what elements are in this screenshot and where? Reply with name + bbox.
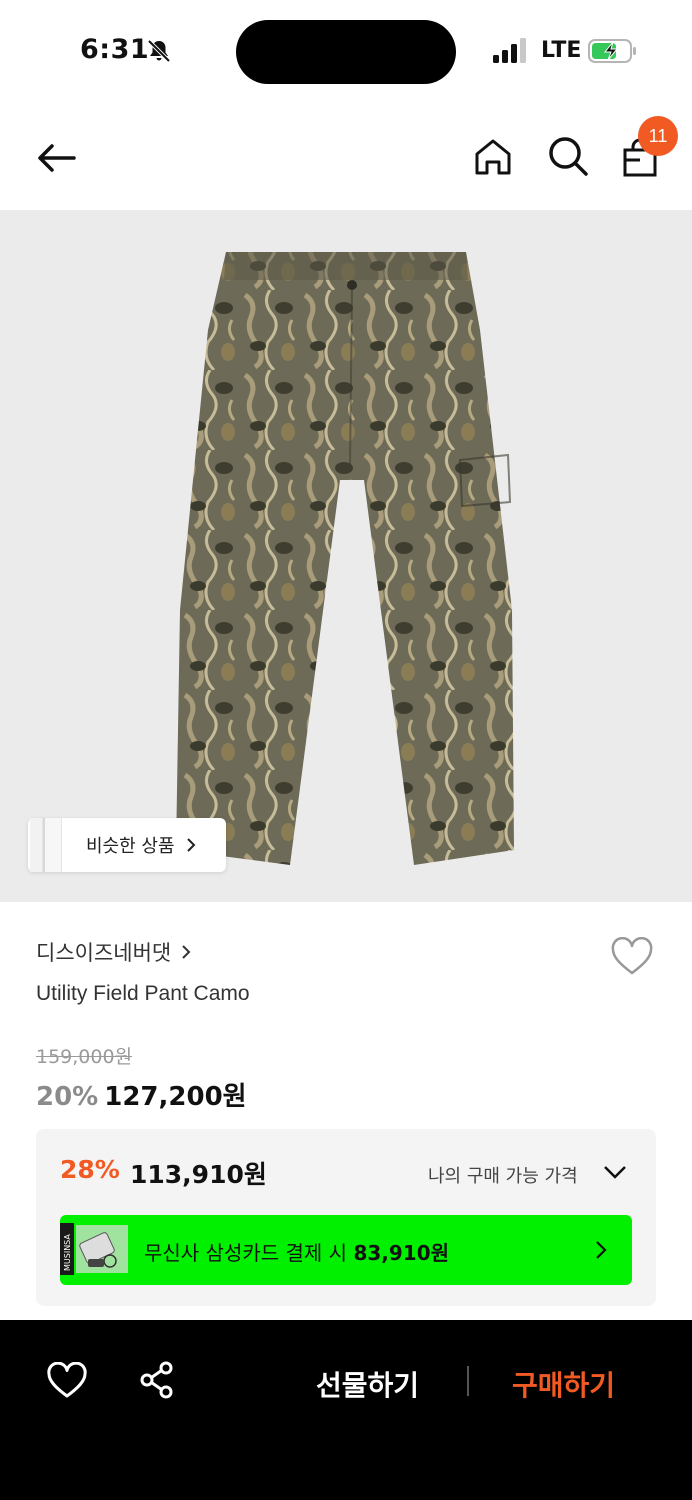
my-price-toggle-label[interactable]: 나의 구매 가능 가격 bbox=[428, 1162, 578, 1188]
status-time: 6:31 bbox=[80, 34, 150, 65]
buy-button[interactable]: 구매하기 bbox=[512, 1364, 615, 1404]
network-label: LTE bbox=[541, 38, 582, 63]
cart-count-badge: 11 bbox=[638, 116, 678, 156]
dynamic-island bbox=[236, 20, 456, 84]
discount-rate: 20% bbox=[36, 1082, 99, 1112]
chevron-down-icon[interactable] bbox=[602, 1163, 628, 1181]
my-discount-rate: 28% bbox=[60, 1155, 120, 1184]
battery-icon bbox=[588, 39, 636, 63]
my-price-box: 28% 113,910원 나의 구매 가능 가격 MUSINSA 무신사 삼성카… bbox=[36, 1129, 656, 1306]
heart-icon[interactable] bbox=[610, 937, 654, 977]
share-icon[interactable] bbox=[138, 1360, 178, 1400]
chevron-right-icon bbox=[182, 945, 191, 959]
product-image bbox=[176, 252, 514, 865]
home-icon[interactable] bbox=[472, 136, 514, 178]
brand-link[interactable]: 디스이즈네버댓 bbox=[36, 937, 191, 967]
similar-thumbnail bbox=[30, 818, 62, 872]
my-price: 113,910원 bbox=[130, 1160, 267, 1189]
chevron-right-icon bbox=[186, 838, 195, 852]
product-name: Utility Field Pant Camo bbox=[36, 982, 250, 1005]
similar-products-button[interactable]: 비슷한 상품 bbox=[28, 818, 226, 872]
back-arrow-icon[interactable] bbox=[34, 136, 78, 180]
silent-bell-icon bbox=[147, 39, 171, 63]
card-promo-text: 무신사 삼성카드 결제 시 83,910원 bbox=[144, 1241, 450, 1265]
svg-text:MUSINSA: MUSINSA bbox=[63, 1234, 72, 1271]
signal-icon bbox=[493, 38, 526, 63]
sale-price: 127,200원 bbox=[104, 1082, 247, 1112]
chevron-right-icon bbox=[596, 1241, 607, 1259]
brand-name: 디스이즈네버댓 bbox=[36, 941, 172, 965]
search-icon[interactable] bbox=[546, 134, 590, 178]
status-bar: 6:31 LTE bbox=[0, 0, 692, 100]
top-nav: 11 bbox=[0, 112, 692, 204]
bottom-action-bar: 선물하기 구매하기 bbox=[0, 1320, 692, 1500]
original-price: 159,000원 bbox=[36, 1046, 133, 1068]
like-heart-icon[interactable] bbox=[46, 1362, 88, 1400]
musinsa-card-image: MUSINSA bbox=[60, 1223, 128, 1275]
price-row: 20% 127,200원 bbox=[36, 1076, 247, 1113]
product-image-area[interactable]: 비슷한 상품 bbox=[0, 210, 692, 902]
similar-products-label: 비슷한 상품 bbox=[86, 836, 175, 857]
card-promo-banner[interactable]: MUSINSA 무신사 삼성카드 결제 시 83,910원 bbox=[60, 1215, 632, 1285]
divider bbox=[467, 1366, 469, 1396]
gift-button[interactable]: 선물하기 bbox=[316, 1364, 419, 1404]
